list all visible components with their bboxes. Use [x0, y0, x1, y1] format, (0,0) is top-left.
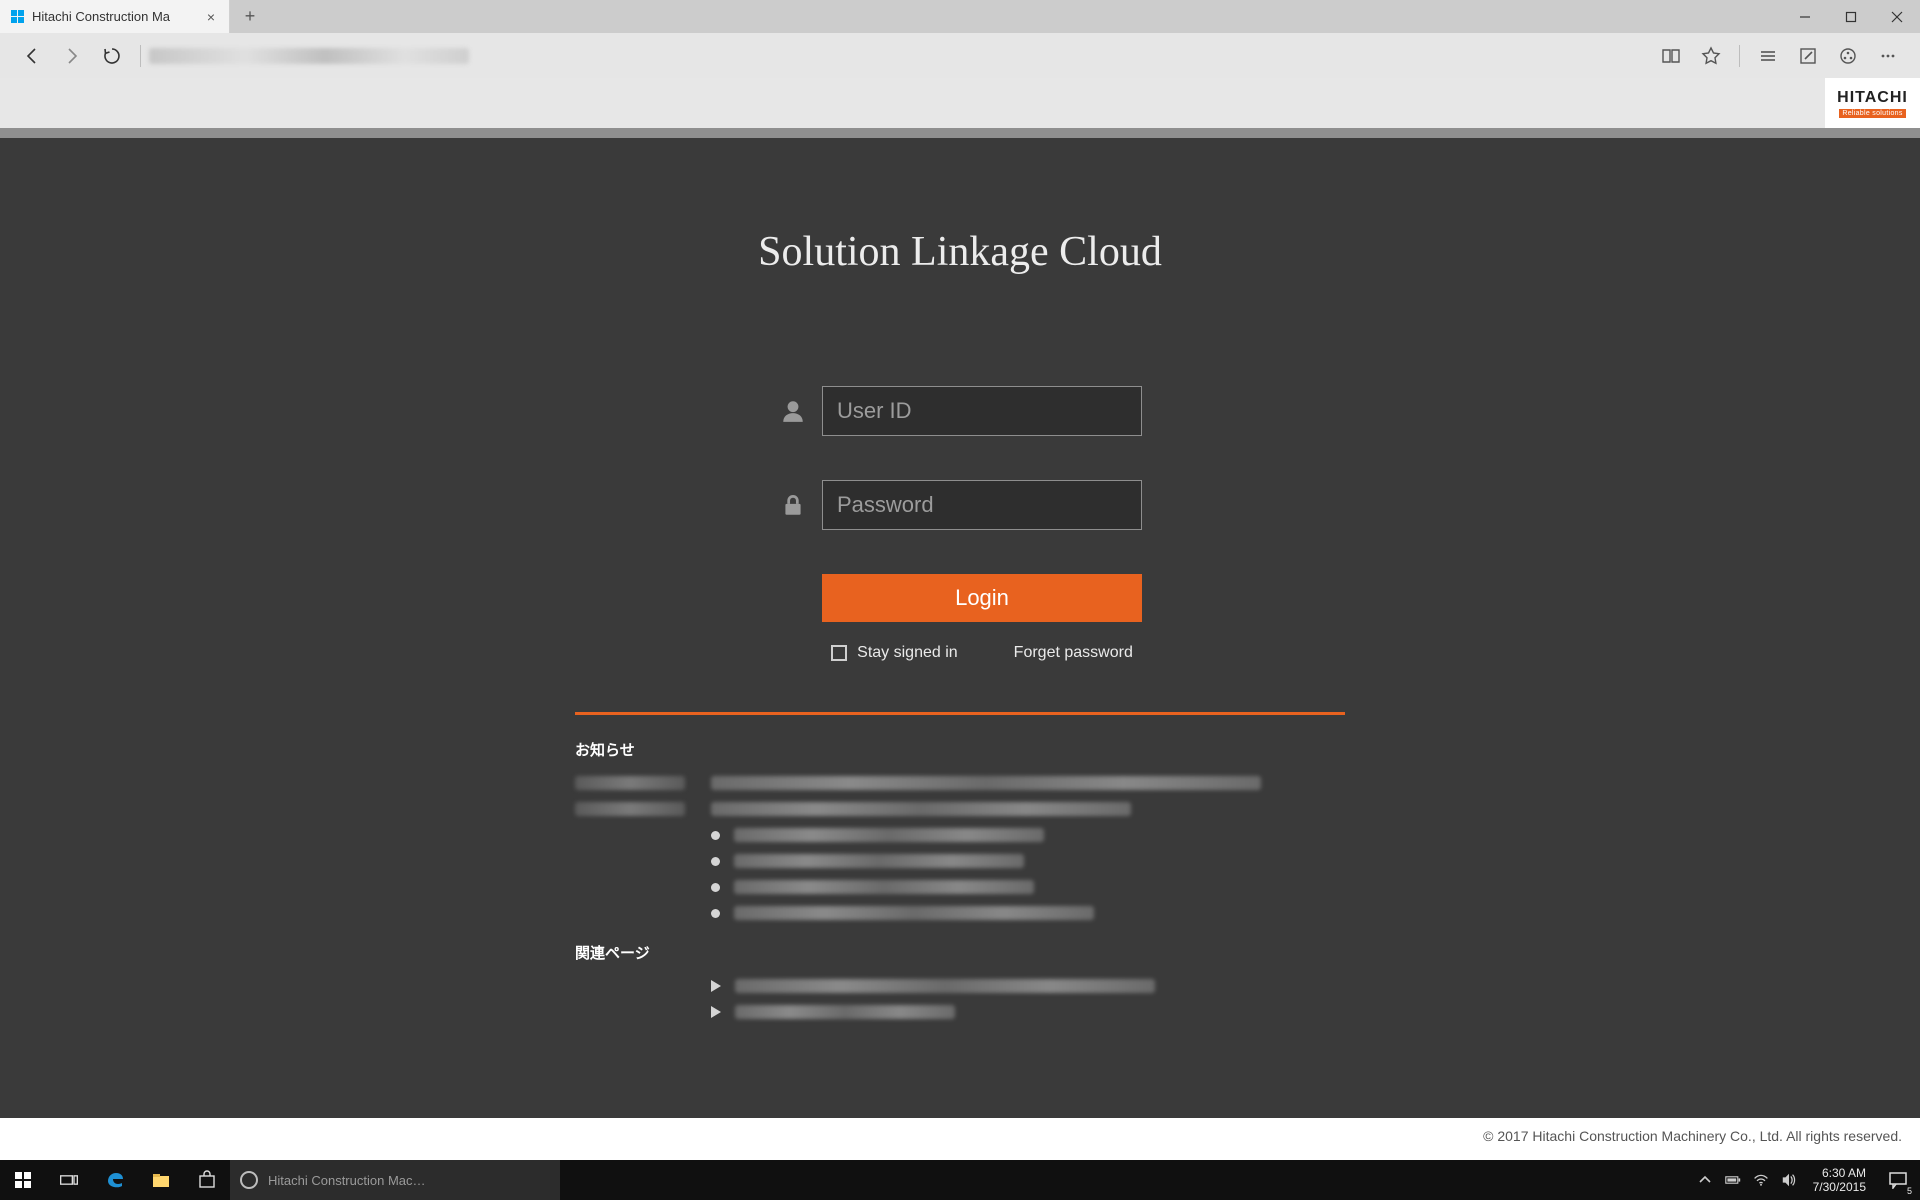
tab-strip: Hitachi Construction Ma × + [0, 0, 1920, 33]
new-tab-button[interactable]: + [230, 0, 270, 33]
news-item [575, 776, 1345, 790]
window-close-button[interactable] [1874, 0, 1920, 33]
copyright-bar: © 2017 Hitachi Construction Machinery Co… [0, 1118, 1920, 1154]
play-icon [711, 1006, 721, 1018]
address-bar[interactable] [149, 42, 1651, 70]
lock-icon [778, 490, 808, 520]
tab-close-icon[interactable]: × [203, 9, 219, 25]
web-note-icon[interactable] [1788, 33, 1828, 78]
header-strip [0, 128, 1920, 138]
wifi-icon[interactable] [1747, 1160, 1775, 1200]
battery-icon[interactable] [1719, 1160, 1747, 1200]
action-center-button[interactable]: 5 [1876, 1160, 1920, 1200]
start-button[interactable] [0, 1160, 46, 1200]
reading-view-icon[interactable] [1651, 33, 1691, 78]
toolbar-right [1651, 33, 1908, 78]
tray-chevron-icon[interactable] [1691, 1160, 1719, 1200]
task-view-button[interactable] [46, 1160, 92, 1200]
file-explorer-icon[interactable] [138, 1160, 184, 1200]
stay-signed-in-checkbox[interactable]: Stay signed in [831, 644, 958, 662]
tab-title: Hitachi Construction Ma [32, 9, 203, 24]
cortana-icon [240, 1171, 258, 1189]
edge-icon[interactable] [92, 1160, 138, 1200]
app-title: Solution Linkage Cloud [575, 228, 1345, 276]
cortana-search[interactable]: Hitachi Construction Mac… [230, 1160, 560, 1200]
share-icon[interactable] [1828, 33, 1868, 78]
url-redacted [149, 48, 469, 64]
news-heading: お知らせ [575, 739, 1345, 760]
password-input[interactable] [822, 480, 1142, 530]
window-maximize-button[interactable] [1828, 0, 1874, 33]
hub-icon[interactable] [1748, 33, 1788, 78]
toolbar-separator [1739, 45, 1740, 67]
user-icon [778, 396, 808, 426]
clock-date: 7/30/2015 [1813, 1180, 1866, 1194]
windows-favicon-icon [10, 10, 24, 24]
login-page: Solution Linkage Cloud Login Stay signed… [0, 138, 1920, 1118]
taskbar-clock[interactable]: 6:30 AM 7/30/2015 [1803, 1166, 1876, 1194]
taskbar: Hitachi Construction Mac… 6:30 AM 7/30/2… [0, 1160, 1920, 1200]
browser-tab[interactable]: Hitachi Construction Ma × [0, 0, 230, 33]
clock-time: 6:30 AM [1813, 1166, 1866, 1180]
refresh-button[interactable] [92, 33, 132, 78]
news-section: お知らせ 関連ページ [575, 739, 1345, 1019]
related-link[interactable] [711, 1005, 1345, 1019]
news-subitem [711, 854, 1345, 868]
window-minimize-button[interactable] [1782, 0, 1828, 33]
play-icon [711, 980, 721, 992]
forget-password-link[interactable]: Forget password [1014, 644, 1133, 662]
browser-chrome: Hitachi Construction Ma × + [0, 0, 1920, 78]
news-subitem [711, 906, 1345, 920]
brand-logo[interactable]: HITACHI Reliable solutions [1825, 78, 1920, 128]
checkbox-icon [831, 645, 847, 661]
login-button[interactable]: Login [822, 574, 1142, 622]
news-item [575, 802, 1345, 816]
brand-tagline: Reliable solutions [1839, 109, 1905, 118]
site-header: HITACHI Reliable solutions [0, 78, 1920, 128]
copyright-text: © 2017 Hitachi Construction Machinery Co… [1483, 1128, 1902, 1144]
back-button[interactable] [12, 33, 52, 78]
notification-count: 5 [1905, 1186, 1914, 1196]
brand-name: HITACHI [1837, 89, 1908, 107]
section-divider [575, 712, 1345, 715]
login-form: Login Stay signed in Forget password [575, 386, 1345, 662]
cortana-placeholder: Hitachi Construction Mac… [268, 1173, 426, 1188]
news-subitem [711, 880, 1345, 894]
news-subitem [711, 828, 1345, 842]
store-icon[interactable] [184, 1160, 230, 1200]
nav-bar [0, 33, 1920, 78]
related-link[interactable] [711, 979, 1345, 993]
more-icon[interactable] [1868, 33, 1908, 78]
user-id-input[interactable] [822, 386, 1142, 436]
volume-icon[interactable] [1775, 1160, 1803, 1200]
stay-signed-label: Stay signed in [857, 644, 958, 662]
favorite-star-icon[interactable] [1691, 33, 1731, 78]
forward-button[interactable] [52, 33, 92, 78]
nav-separator [140, 45, 141, 67]
related-heading: 関連ページ [575, 942, 1345, 963]
window-controls [1782, 0, 1920, 33]
